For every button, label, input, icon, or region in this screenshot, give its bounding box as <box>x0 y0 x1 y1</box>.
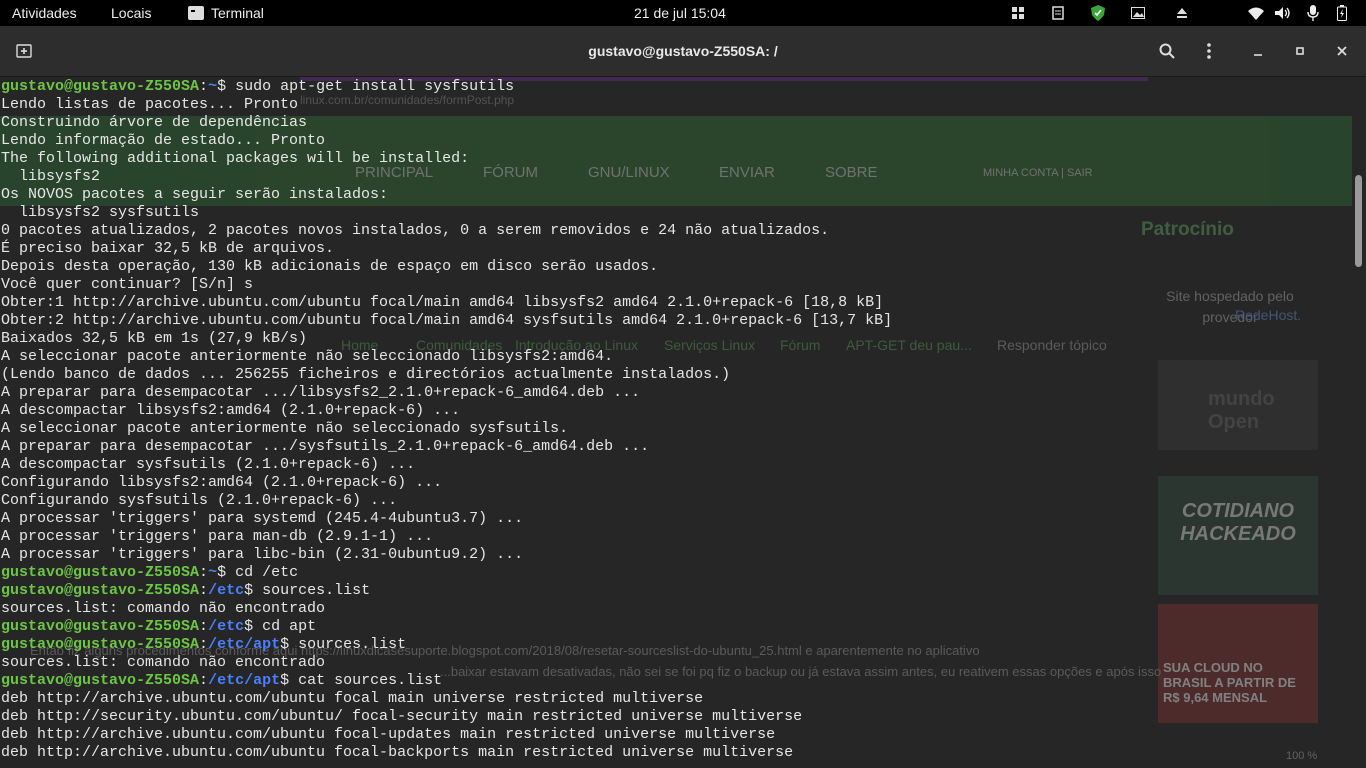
terminal-output-line: deb http://archive.ubuntu.com/ubuntu foc… <box>1 726 776 743</box>
account-links: MINHA CONTA | SAIR <box>983 167 1093 179</box>
terminal-output-line: Configurando sysfsutils (2.1.0+repack-6)… <box>1 492 398 509</box>
terminal-output-line: deb http://archive.ubuntu.com/ubuntu foc… <box>1 744 794 761</box>
prompt-path: /etc/apt <box>208 636 281 653</box>
eject-icon[interactable] <box>1174 5 1190 21</box>
prompt-command: sources.list <box>298 636 407 653</box>
zoom-level: 100 % <box>1286 750 1318 762</box>
breadcrumb-item: Responder tópico <box>997 337 1107 353</box>
menu-kebab-icon[interactable] <box>1197 39 1221 63</box>
search-icon[interactable] <box>1155 39 1179 63</box>
close-button[interactable] <box>1330 39 1354 63</box>
places-menu[interactable]: Locais <box>111 0 151 26</box>
terminal-output-line: The following additional packages will b… <box>1 150 470 167</box>
battery-icon[interactable] <box>1334 5 1350 21</box>
terminal-output-line: Baixados 32,5 kB em 1s (27,9 kB/s) <box>1 330 308 347</box>
prompt-command: cat sources.list <box>298 672 443 689</box>
terminal-output-line: sources.list: comando não encontrado <box>1 654 326 671</box>
prompt-command: sudo apt-get install sysfsutils <box>235 78 515 95</box>
activities-button[interactable]: Atividades <box>12 0 77 26</box>
prompt-path: ~ <box>208 564 218 581</box>
terminal-output-line: Obter:2 http://archive.ubuntu.com/ubuntu… <box>1 312 893 329</box>
volume-icon[interactable] <box>1275 5 1291 21</box>
maximize-button[interactable] <box>1288 39 1312 63</box>
prompt-user-host: gustavo@gustavo-Z550SA <box>1 618 200 635</box>
terminal-output-line: libsysfs2 sysfsutils <box>1 204 200 221</box>
prompt-path: /etc <box>208 582 245 599</box>
terminal-output-line: (Lendo banco de dados ... 256255 ficheir… <box>1 366 731 383</box>
sponsor-link: RedeHost. <box>1235 307 1302 323</box>
terminal-view[interactable]: linux.com.br/comunidades/formPost.php PR… <box>0 77 1352 768</box>
ad-mundo-open: mundo Open <box>1158 360 1318 450</box>
prompt-user-host: gustavo@gustavo-Z550SA <box>1 78 200 95</box>
prompt-command: cd /etc <box>235 564 299 581</box>
prompt-user-host: gustavo@gustavo-Z550SA <box>1 636 200 653</box>
grid-icon[interactable] <box>1010 5 1026 21</box>
ad-cotidiano-hackeado: COTIDIANO HACKEADO <box>1158 476 1318 595</box>
image-icon[interactable] <box>1130 5 1146 21</box>
terminal-output-line: 0 pacotes atualizados, 2 pacotes novos i… <box>1 222 830 239</box>
prompt-user-host: gustavo@gustavo-Z550SA <box>1 672 200 689</box>
prompt-command: sources.list <box>262 582 371 599</box>
terminal-output-line: Configurando libsysfs2:amd64 (2.1.0+repa… <box>1 474 443 491</box>
terminal-output-line: Construindo árvore de dependências <box>1 114 308 131</box>
terminal-output-line: A seleccionar pacote anteriormente não s… <box>1 420 569 437</box>
prompt-path: /etc/apt <box>208 672 281 689</box>
terminal-output-line: A processar 'triggers' para systemd (245… <box>1 510 524 527</box>
terminal-output-line: Você quer continuar? [S/n] s <box>1 276 254 293</box>
sidebar-title: Patrocínio <box>1141 219 1234 240</box>
terminal-output-line: Lendo informação de estado... Pronto <box>1 132 326 149</box>
shield-icon[interactable] <box>1090 5 1106 21</box>
prompt-path: /etc <box>208 618 245 635</box>
terminal-output-line: A descompactar sysfsutils (2.1.0+repack-… <box>1 456 416 473</box>
terminal-output-line: deb http://archive.ubuntu.com/ubuntu foc… <box>1 690 704 707</box>
terminal-output-line: A descompactar libsysfs2:amd64 (2.1.0+re… <box>1 402 461 419</box>
terminal-scrollbar[interactable] <box>1352 77 1366 768</box>
terminal-prompt-line: gustavo@gustavo-Z550SA:~$ cd /etc <box>1 564 299 581</box>
terminal-output-line: A preparar para desempacotar .../sysfsut… <box>1 438 650 455</box>
terminal-output-line: A processar 'triggers' para man-db (2.9.… <box>1 528 434 545</box>
terminal-output-line: libsysfs2 <box>1 168 101 185</box>
prompt-user-host: gustavo@gustavo-Z550SA <box>1 582 200 599</box>
terminal-output-line: É preciso baixar 32,5 kB de arquivos. <box>1 240 335 257</box>
terminal-output-line: A preparar para desempacotar .../libsysf… <box>1 384 641 401</box>
sponsor-text: Site hospedado pelo provedor <box>1166 288 1294 325</box>
prompt-user-host: gustavo@gustavo-Z550SA <box>1 564 200 581</box>
terminal-app-icon <box>188 6 204 20</box>
ad-cloud: SUA CLOUD NO BRASIL A PARTIR DE R$ 9,64 … <box>1158 604 1318 723</box>
wifi-icon[interactable] <box>1248 5 1264 21</box>
terminal-prompt-line: gustavo@gustavo-Z550SA:/etc$ sources.lis… <box>1 582 371 599</box>
terminal-prompt-line: gustavo@gustavo-Z550SA:/etc$ cd apt <box>1 618 317 635</box>
app-menu[interactable]: Terminal <box>211 0 264 26</box>
terminal-prompt-line: gustavo@gustavo-Z550SA:/etc/apt$ sources… <box>1 636 407 653</box>
terminal-output-line: A processar 'triggers' para libc-bin (2.… <box>1 546 524 563</box>
gnome-top-bar: Atividades Locais Terminal 21 de jul 15:… <box>0 0 1366 26</box>
microphone-icon[interactable] <box>1305 5 1321 21</box>
terminal-output: gustavo@gustavo-Z550SA:~$ sudo apt-get i… <box>1 78 892 762</box>
prompt-path: ~ <box>208 78 218 95</box>
clipboard-icon[interactable] <box>1050 5 1066 21</box>
clock[interactable]: 21 de jul 15:04 <box>634 0 726 26</box>
terminal-output-line: Lendo listas de pacotes... Pronto <box>1 96 299 113</box>
terminal-output-line: A seleccionar pacote anteriormente não s… <box>1 348 614 365</box>
scrollbar-thumb[interactable] <box>1355 175 1362 267</box>
terminal-prompt-line: gustavo@gustavo-Z550SA:/etc/apt$ cat sou… <box>1 672 443 689</box>
terminal-output-line: Obter:1 http://archive.ubuntu.com/ubuntu… <box>1 294 884 311</box>
terminal-prompt-line: gustavo@gustavo-Z550SA:~$ sudo apt-get i… <box>1 78 515 95</box>
terminal-output-line: deb http://security.ubuntu.com/ubuntu/ f… <box>1 708 803 725</box>
terminal-output-line: Depois desta operação, 130 kB adicionais… <box>1 258 659 275</box>
terminal-output-line: sources.list: comando não encontrado <box>1 600 326 617</box>
prompt-command: cd apt <box>262 618 317 635</box>
minimize-button[interactable] <box>1246 39 1270 63</box>
window-titlebar: gustavo@gustavo-Z550SA: / <box>0 26 1366 77</box>
terminal-output-line: Os NOVOS pacotes a seguir serão instalad… <box>1 186 389 203</box>
